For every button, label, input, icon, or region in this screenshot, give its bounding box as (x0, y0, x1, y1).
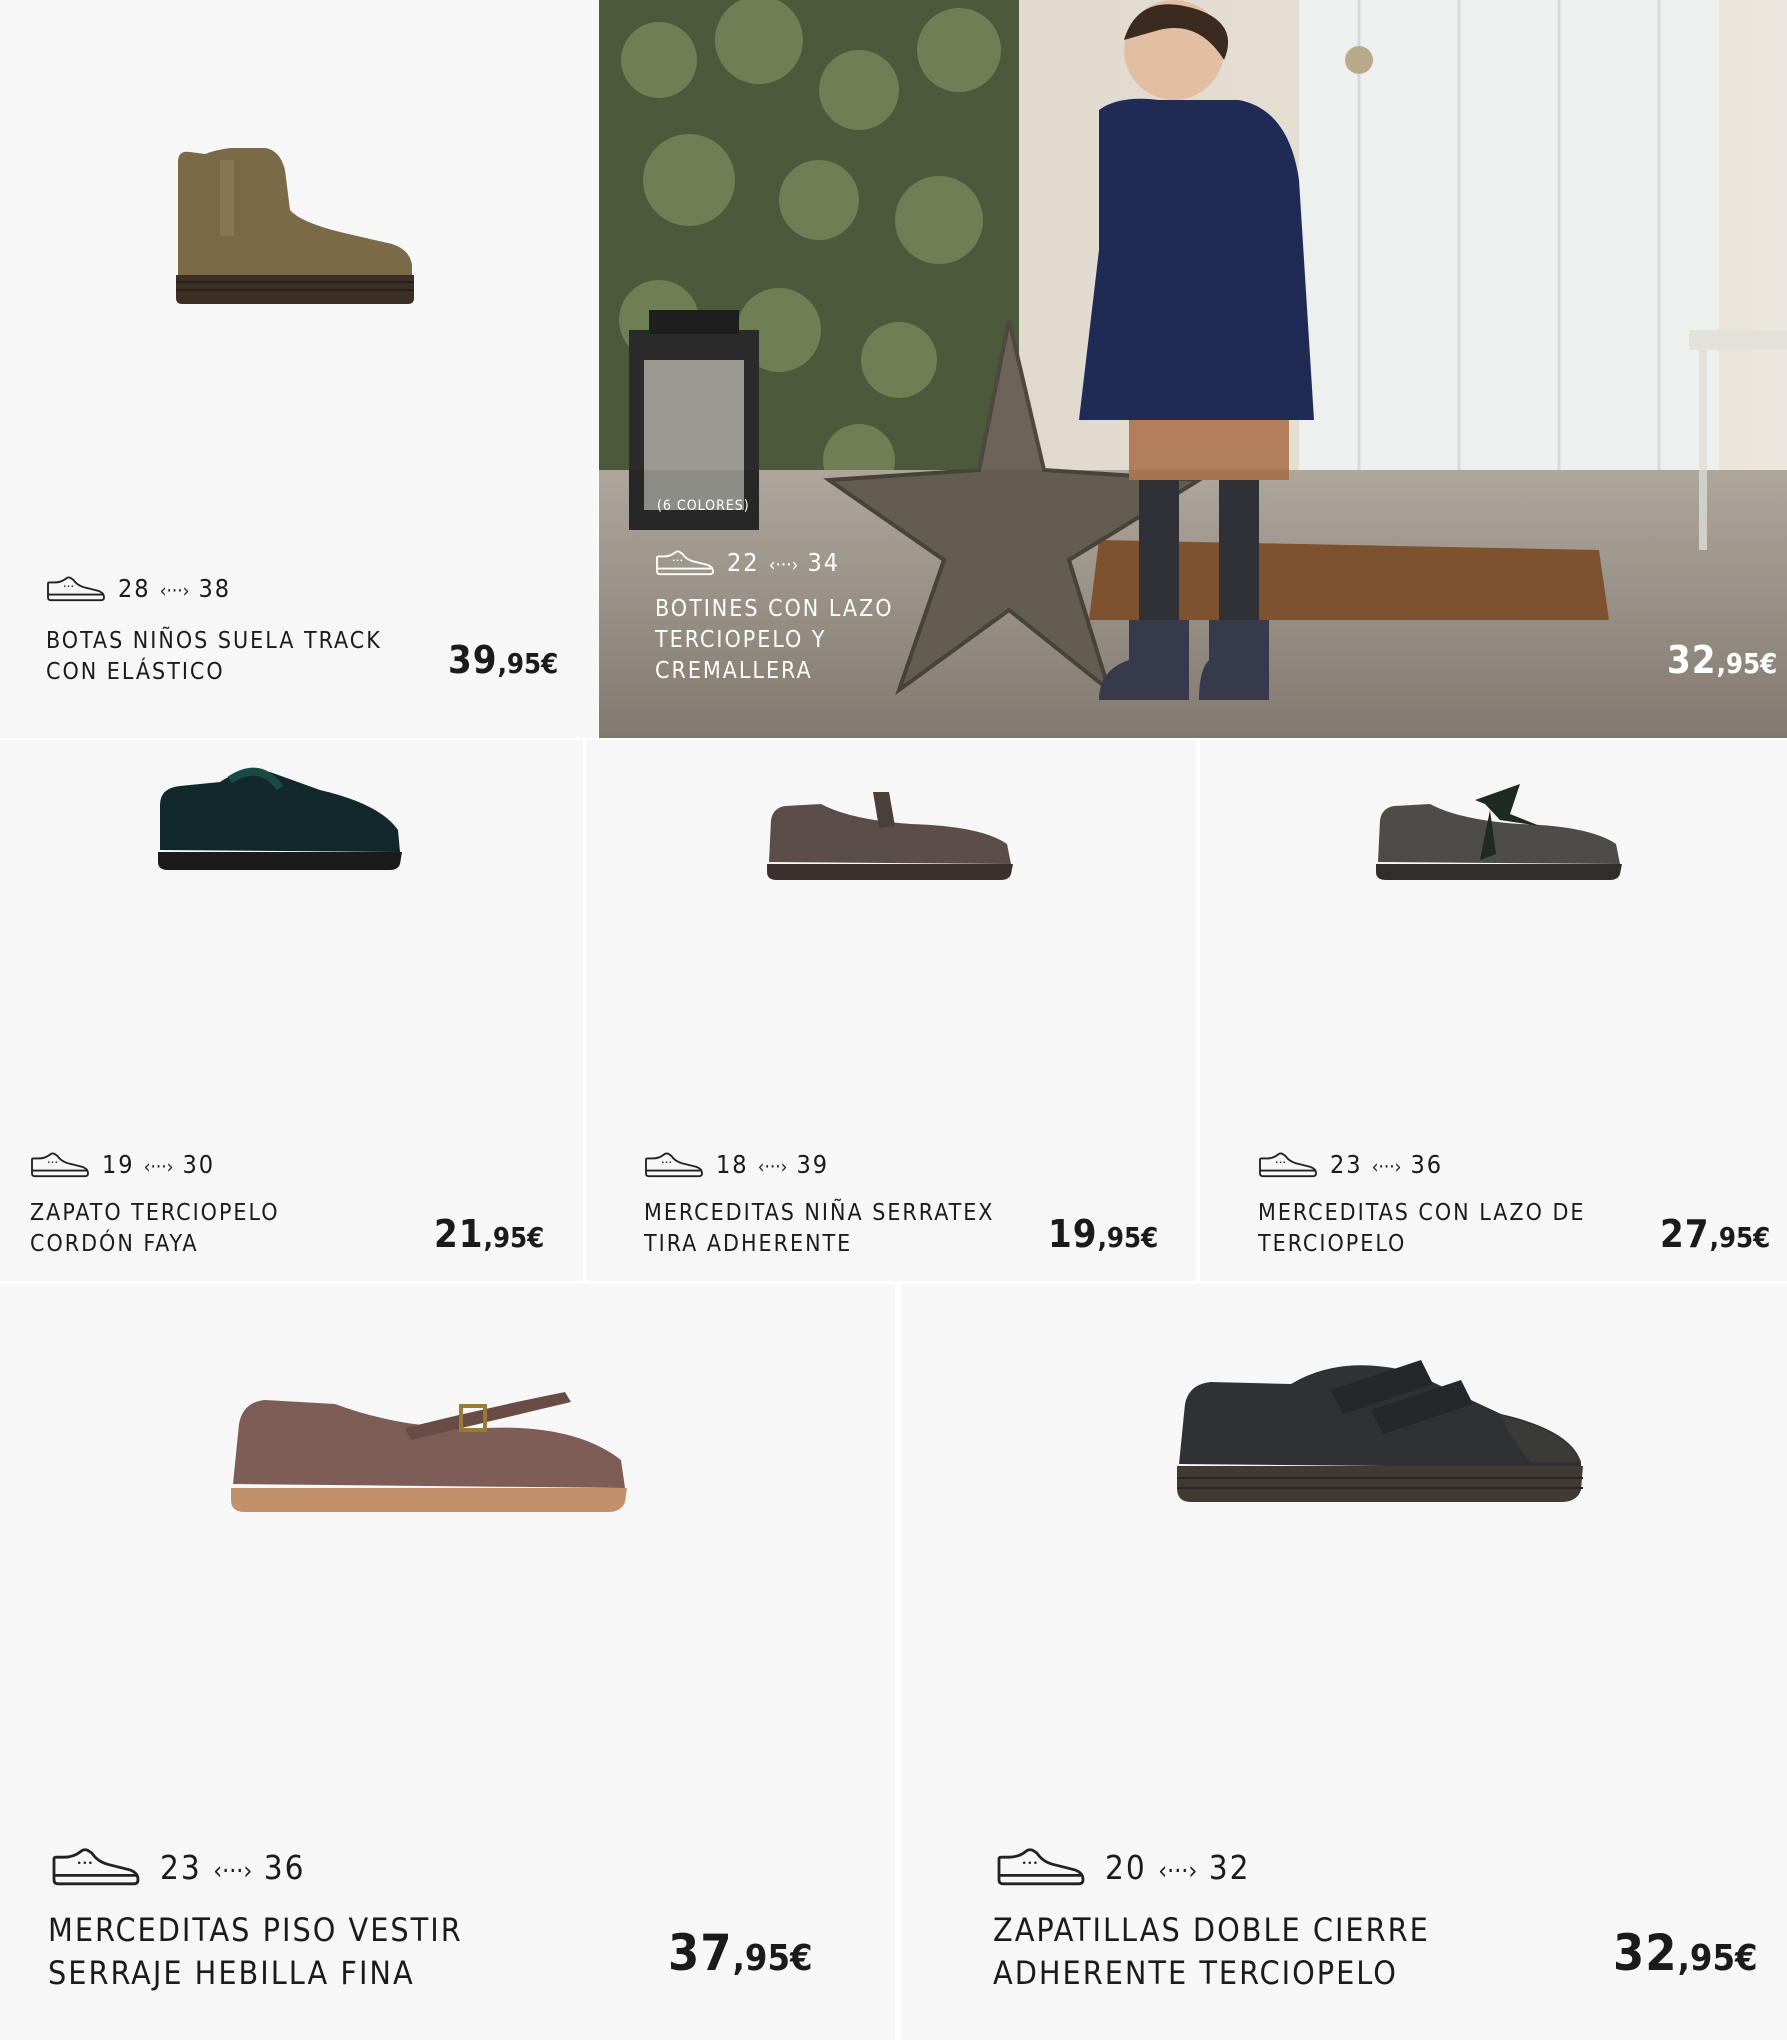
size-from: 22 (727, 548, 760, 577)
product-price: 32,95€ (1613, 1924, 1758, 1982)
product-title: BOTINES CON LAZO TERCIOPELO Y CREMALLERA (655, 596, 894, 685)
size-range: 18 ‹···› 39 (644, 1150, 829, 1179)
product-card-merceditas-hebilla[interactable]: 23 ‹···› 36 MERCEDITAS PISO VESTIR SERRA… (0, 1284, 895, 2040)
product-price: 32,95€ (1667, 638, 1778, 682)
size-to: 30 (182, 1150, 216, 1179)
product-card-zapatillas-doble-cierre[interactable]: 20 ‹···› 32 ZAPATILLAS DOBLE CIERRE ADHE… (901, 1284, 1787, 2040)
mary-jane-shoe-image (767, 792, 1013, 880)
boot-image (176, 148, 414, 304)
product-card-merceditas-lazo[interactable]: 23 ‹···› 36 MERCEDITAS CON LAZO DE TERCI… (1200, 740, 1787, 1281)
product-card-botines-lazo[interactable]: (6 COLORES) 22 ‹···› 34 BOTINES CON LAZO… (599, 0, 1787, 738)
size-arrow: ‹···› (213, 1855, 253, 1885)
shoe-outline-icon (644, 1151, 704, 1179)
size-arrow: ‹···› (1158, 1855, 1198, 1885)
size-to: 32 (1208, 1847, 1251, 1887)
product-title: BOTAS NIÑOS SUELA TRACK CON ELÁSTICO (46, 628, 382, 686)
velvet-shoe-image (158, 767, 402, 870)
shoe-outline-icon (1258, 1151, 1318, 1179)
product-price: 27,95€ (1660, 1212, 1771, 1256)
colors-note: (6 COLORES) (657, 498, 750, 514)
size-range: 22 ‹···› 34 (655, 548, 840, 577)
size-from: 19 (102, 1150, 135, 1179)
size-to: 36 (1410, 1150, 1444, 1179)
product-price: 37,95€ (668, 1924, 813, 1982)
shoe-outline-icon (993, 1846, 1089, 1888)
size-from: 20 (1105, 1847, 1147, 1887)
size-range: 28 ‹···› 38 (46, 574, 231, 603)
product-title: MERCEDITAS PISO VESTIR SERRAJE HEBILLA F… (48, 1911, 463, 1993)
shoe-outline-icon (48, 1846, 144, 1888)
product-card-botas-track[interactable]: 28 ‹···› 38 BOTAS NIÑOS SUELA TRACK CON … (0, 0, 598, 738)
size-arrow: ‹···› (768, 555, 799, 576)
product-title: MERCEDITAS CON LAZO DE TERCIOPELO (1258, 1200, 1586, 1258)
size-from: 28 (118, 574, 151, 603)
size-from: 23 (160, 1847, 202, 1887)
size-arrow: ‹···› (159, 581, 190, 602)
buckle-shoe-image (231, 1392, 627, 1512)
size-range: 20 ‹···› 32 (993, 1846, 1250, 1888)
size-arrow: ‹···› (143, 1157, 174, 1178)
size-from: 18 (716, 1150, 749, 1179)
size-range: 23 ‹···› 36 (48, 1846, 305, 1888)
size-range: 23 ‹···› 36 (1258, 1150, 1443, 1179)
product-price: 39,95€ (448, 638, 559, 682)
size-to: 39 (796, 1150, 830, 1179)
shoe-outline-icon (30, 1151, 90, 1179)
product-card-zapato-terciopelo[interactable]: 19 ‹···› 30 ZAPATO TERCIOPELO CORDÓN FAY… (0, 740, 583, 1281)
bow-shoe-image (1376, 784, 1622, 880)
velcro-sneaker-image (1177, 1360, 1583, 1502)
size-arrow: ‹···› (757, 1157, 788, 1178)
shoe-outline-icon (46, 575, 106, 603)
product-price: 19,95€ (1048, 1212, 1159, 1256)
size-to: 34 (807, 548, 841, 577)
size-from: 23 (1330, 1150, 1363, 1179)
shoe-outline-icon (655, 549, 715, 577)
product-price: 21,95€ (434, 1212, 545, 1256)
product-title: ZAPATO TERCIOPELO CORDÓN FAYA (30, 1200, 280, 1258)
size-to: 36 (263, 1847, 306, 1887)
size-arrow: ‹···› (1371, 1157, 1402, 1178)
size-to: 38 (198, 574, 232, 603)
size-range: 19 ‹···› 30 (30, 1150, 215, 1179)
product-title: ZAPATILLAS DOBLE CIERRE ADHERENTE TERCIO… (993, 1911, 1430, 1993)
product-card-merceditas-serratex[interactable]: 18 ‹···› 39 MERCEDITAS NIÑA SERRATEX TIR… (586, 740, 1196, 1281)
product-title: MERCEDITAS NIÑA SERRATEX TIRA ADHERENTE (644, 1200, 995, 1258)
